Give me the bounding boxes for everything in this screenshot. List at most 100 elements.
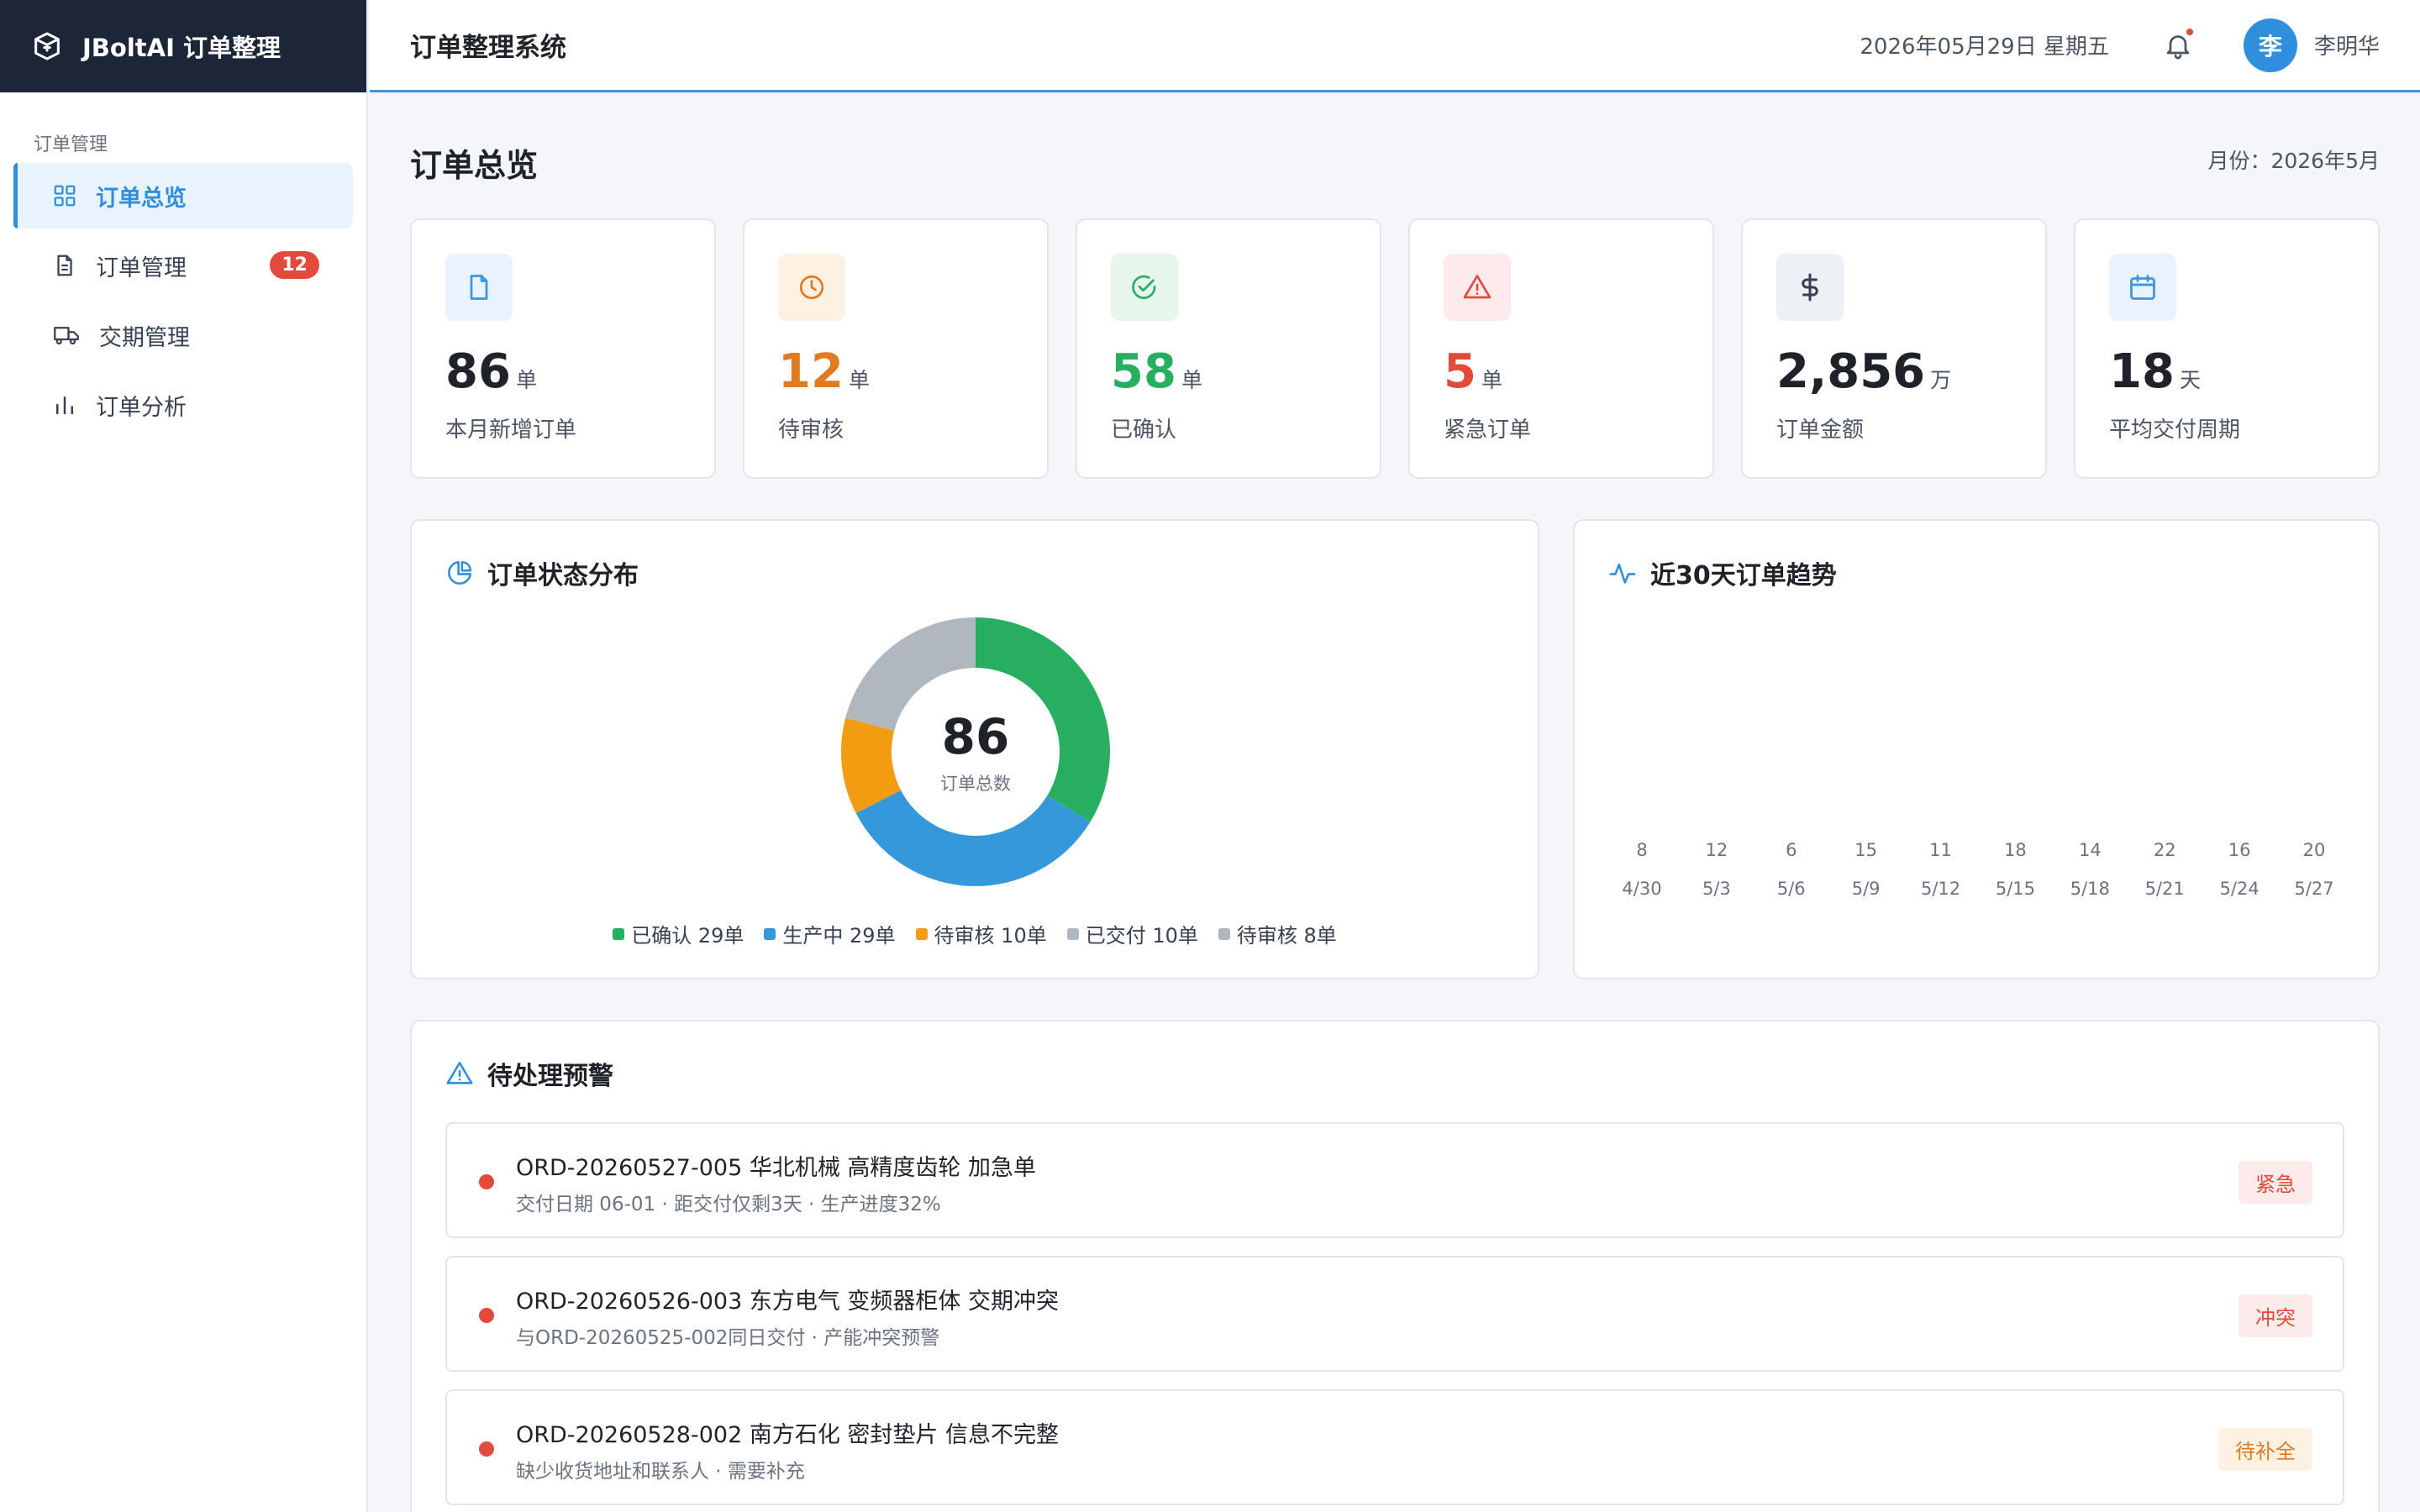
panel-title: 近30天订单趋势	[1650, 561, 1837, 591]
data-label: 8	[1636, 840, 1648, 860]
legend-swatch	[915, 927, 928, 940]
data-label: 18	[2004, 840, 2027, 860]
legend-swatch	[764, 927, 776, 940]
sidebar-item-label: 订单分析	[96, 394, 187, 421]
trend-point[interactable]: 18 5/15	[1977, 840, 2053, 899]
stat-card-pending[interactable]: 12 单 待审核	[743, 218, 1049, 479]
stat-card-confirmed[interactable]: 58 单 已确认	[1076, 218, 1381, 479]
alert-title: ORD-20260527-005 华北机械 高精度齿轮 加急单	[516, 1155, 1036, 1181]
stat-label: 紧急订单	[1444, 417, 1532, 443]
username[interactable]: 李明华	[2314, 29, 2380, 60]
legend-label: 待审核 10单	[934, 924, 1047, 948]
stat-value: 2,856	[1776, 344, 1926, 399]
clock-icon	[778, 254, 845, 321]
data-label: 11	[1929, 840, 1952, 860]
tick-label: 4/30	[1622, 879, 1662, 899]
stat-unit: 单	[515, 368, 537, 392]
stat-label: 平均交付周期	[2109, 417, 2241, 443]
month-selector[interactable]: 月份：2026年5月	[2207, 144, 2380, 175]
data-label: 20	[2302, 840, 2326, 860]
data-label: 16	[2228, 840, 2251, 860]
alert-item[interactable]: ORD-20260528-002 南方石化 密封垫片 信息不完整 缺少收货地址和…	[445, 1389, 2344, 1505]
legend-item[interactable]: 待审核 8单	[1218, 919, 1337, 948]
alert-dot	[479, 1441, 494, 1457]
stat-label: 待审核	[778, 417, 844, 443]
trend-point[interactable]: 11 5/12	[1903, 840, 1979, 899]
warning-icon	[1444, 254, 1511, 321]
alert-item[interactable]: ORD-20260526-003 东方电气 变频器柜体 交期冲突 与ORD-20…	[445, 1256, 2344, 1372]
alerts-panel: 待处理预警 ORD-20260527-005 华北机械 高精度齿轮 加急单 交付…	[410, 1020, 2380, 1512]
stat-unit: 单	[1181, 368, 1202, 392]
legend-item[interactable]: 待审核 10单	[915, 919, 1047, 948]
stat-value: 86	[445, 344, 511, 399]
trend-point[interactable]: 20 5/27	[2276, 840, 2352, 899]
alert-tag: 待补全	[2218, 1428, 2312, 1471]
nav-section-title: 订单管理	[34, 134, 108, 155]
legend-label: 已确认 29单	[631, 924, 744, 948]
alert-item[interactable]: ORD-20260527-005 华北机械 高精度齿轮 加急单 交付日期 06-…	[445, 1122, 2344, 1238]
trend-point[interactable]: 6 5/6	[1754, 840, 1829, 899]
legend-label: 生产中 29单	[782, 924, 896, 948]
brand-bar[interactable]: JBoltAI 订单整理	[0, 0, 366, 92]
data-label: 15	[1854, 840, 1878, 860]
stat-unit: 万	[1930, 368, 1952, 392]
stat-card-urgent[interactable]: 5 单 紧急订单	[1408, 218, 1714, 479]
stat-card-new-orders[interactable]: 86 单 本月新增订单	[410, 218, 716, 479]
alert-tag: 紧急	[2238, 1161, 2312, 1204]
legend-swatch	[1218, 927, 1230, 940]
sidebar-item-delivery[interactable]: 交期管理	[13, 302, 353, 368]
alert-dot	[479, 1308, 494, 1323]
sidebar-item-orders[interactable]: 订单管理 12	[13, 233, 353, 298]
document-icon	[57, 255, 72, 276]
trend-point[interactable]: 12 5/3	[1679, 840, 1754, 899]
data-label: 12	[1705, 840, 1728, 860]
sidebar-item-overview[interactable]: 订单总览	[13, 163, 353, 228]
box-plus-icon	[30, 29, 64, 63]
trend-point[interactable]: 16 5/24	[2202, 840, 2277, 899]
legend-item[interactable]: 生产中 29单	[764, 919, 896, 948]
stat-card-cycle[interactable]: 18 天 平均交付周期	[2074, 218, 2380, 479]
avatar[interactable]: 李	[2243, 18, 2297, 72]
trend-point[interactable]: 8 4/30	[1604, 840, 1680, 899]
trend-point[interactable]: 15 5/9	[1828, 840, 1904, 899]
count-badge: 12	[270, 251, 319, 279]
system-title: 订单整理系统	[410, 33, 566, 63]
stat-unit: 单	[1481, 368, 1502, 392]
truck-icon	[54, 327, 79, 345]
stat-card-amount[interactable]: 2,856 万 订单金额	[1741, 218, 2047, 479]
alert-detail: 与ORD-20260525-002同日交付 · 产能冲突预警	[516, 1327, 940, 1349]
tick-label: 5/15	[1995, 879, 2036, 899]
page-title: 订单总览	[410, 147, 539, 184]
pie-chart-icon	[448, 560, 472, 585]
status-distribution-panel: 订单状态分布 86 订单总数 已确认 29单 生产中 29单 待审核 10单 已…	[410, 519, 1539, 979]
stat-label: 本月新增订单	[445, 417, 577, 443]
donut-chart: 86 订单总数	[839, 615, 1113, 889]
brand-name: JBoltAI 订单整理	[82, 34, 281, 62]
alert-tag: 冲突	[2238, 1294, 2312, 1337]
alert-detail: 缺少收货地址和联系人 · 需要补充	[516, 1461, 805, 1483]
top-header: 订单整理系统 2026年05月29日 星期五 李 李明华	[370, 0, 2420, 92]
sidebar-item-label: 订单总览	[96, 185, 187, 212]
legend-item[interactable]: 已交付 10单	[1066, 919, 1198, 948]
donut-total: 86	[941, 708, 1010, 765]
trend-point[interactable]: 14 5/18	[2052, 840, 2128, 899]
trend-point[interactable]: 22 5/21	[2127, 840, 2202, 899]
stat-value: 18	[2109, 344, 2175, 399]
stat-unit: 单	[848, 368, 870, 392]
grid-icon	[54, 185, 76, 207]
sidebar-item-label: 交期管理	[99, 324, 190, 351]
legend-item[interactable]: 已确认 29单	[613, 919, 744, 948]
alert-detail: 交付日期 06-01 · 距交付仅剩3天 · 生产进度32%	[516, 1194, 941, 1215]
notification-button[interactable]	[2161, 28, 2195, 62]
stat-label: 已确认	[1111, 417, 1177, 443]
activity-icon	[1609, 563, 1636, 584]
alert-dot	[479, 1174, 494, 1189]
calendar-icon	[2109, 254, 2176, 321]
tick-label: 5/12	[1920, 879, 1961, 899]
panel-title: 订单状态分布	[487, 561, 639, 591]
donut-total-label: 订单总数	[940, 774, 1011, 794]
tick-label: 5/6	[1776, 879, 1806, 899]
sidebar-item-analysis[interactable]: 订单分析	[13, 372, 353, 438]
stat-value: 5	[1444, 344, 1476, 399]
alert-title: ORD-20260526-003 东方电气 变频器柜体 交期冲突	[516, 1289, 1059, 1315]
